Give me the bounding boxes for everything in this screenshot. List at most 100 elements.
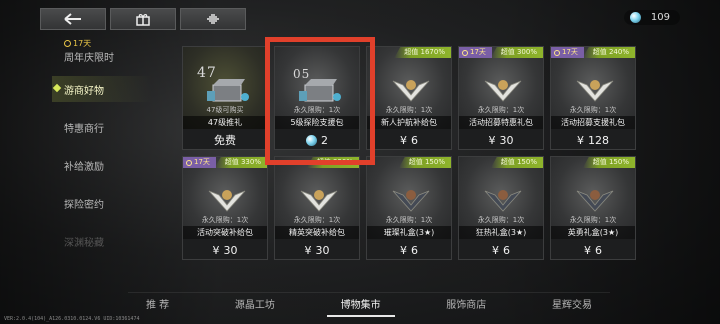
item-name: 新人护航补给包: [367, 116, 451, 129]
tab-crystal-workshop[interactable]: 源晶工坊: [217, 296, 293, 311]
currency-amount: 109: [650, 12, 670, 23]
purchase-limit: 永久限购：1次: [385, 106, 433, 114]
sidebar-item-label: 周年庆限时: [64, 53, 114, 64]
shop-grid: 47 47级可购买 47级推礼 免费 05 永久限购：1次 5级探险支援包 2 超值 167…: [182, 46, 636, 260]
gem-icon: [629, 12, 641, 23]
tab-museum-market[interactable]: 博物集市: [323, 296, 399, 317]
purchase-limit: 永久限购：1次: [477, 106, 525, 114]
sidebar-item-label: 深渊秘藏: [64, 237, 104, 249]
shop-item-card[interactable]: 17天 超值 300% 永久限购：1次活动招募特惠礼包 ¥30: [458, 46, 544, 150]
item-price: 30: [315, 243, 330, 257]
shop-item-card[interactable]: 超值 330% 永久限购：1次 精英突破补给包 ¥30: [274, 156, 360, 260]
sidebar-item-label: 补给激励: [64, 161, 104, 173]
winged-emblem-icon: [484, 80, 522, 102]
clock-icon: [64, 40, 71, 47]
price-button[interactable]: ¥6: [551, 239, 635, 259]
winged-emblem-icon: [208, 190, 246, 212]
highlight-box: [265, 37, 375, 165]
yen-icon: ¥: [492, 243, 499, 257]
waveform-icon: [207, 14, 219, 24]
price-button[interactable]: 免费: [183, 129, 267, 149]
shop-item-card[interactable]: 超值 150% 永久限购：1次 狂热礼盒(3★) ¥6: [458, 156, 544, 260]
sidebar-item-abyss[interactable]: 深渊秘藏: [52, 222, 152, 260]
winged-emblem-icon: [576, 80, 614, 102]
timer-badge: 17天: [459, 47, 492, 58]
sidebar-item-label: 特惠商行: [64, 123, 104, 135]
item-name: 璀璨礼盒(3★): [367, 226, 451, 239]
item-image: 超值 1670% 永久限购：1次新人护航补给包: [367, 47, 451, 129]
tab-apparel-shop[interactable]: 服饰商店: [428, 296, 504, 311]
item-name: 活动突破补给包: [183, 226, 267, 239]
signal-button[interactable]: [180, 8, 246, 30]
item-price: 6: [411, 133, 418, 147]
winged-emblem-icon: [484, 190, 522, 212]
bonus-badge: 超值 300%: [490, 47, 543, 58]
sidebar-item-anniversary[interactable]: 17天 周年庆限时: [52, 32, 152, 70]
item-price: 30: [499, 133, 514, 147]
shop-item-card[interactable]: 47 47级可购买 47级推礼 免费: [182, 46, 268, 150]
clock-icon: [186, 159, 192, 166]
price-button[interactable]: ¥128: [551, 129, 635, 149]
timer-badge: 17天: [183, 157, 216, 168]
item-price: 6: [595, 243, 602, 257]
yen-icon: ¥: [212, 243, 220, 257]
bonus-badge: 超值 150%: [582, 157, 635, 168]
item-name: 精英突破补给包: [275, 226, 359, 239]
shop-item-card[interactable]: 17天 超值 330% 永久限购：1次 活动突破补给包 ¥30: [182, 156, 268, 260]
purchase-limit: 永久限购：1次: [569, 106, 617, 114]
clock-icon: [462, 49, 468, 56]
item-name: 狂热礼盒(3★): [459, 226, 543, 239]
item-image: 超值 150% 永久限购：1次 英勇礼盒(3★): [551, 157, 635, 239]
gift-button[interactable]: [110, 8, 176, 30]
bonus-badge: 超值 330%: [214, 157, 267, 168]
sidebar-item-pact[interactable]: 探险密约: [52, 184, 152, 222]
sidebar-item-special-offers[interactable]: 特惠商行: [52, 108, 152, 146]
item-name: 活动招募特惠礼包: [459, 116, 543, 129]
winged-emblem-icon: [576, 190, 614, 212]
purchase-limit: 永久限购：1次: [477, 216, 525, 224]
sidebar-item-merchant[interactable]: 游商好物: [52, 70, 152, 108]
currency-display[interactable]: 109: [623, 10, 680, 25]
bonus-badge: 超值 150%: [490, 157, 543, 168]
price-button[interactable]: ¥30: [183, 239, 267, 259]
back-button[interactable]: [40, 8, 106, 30]
price-button[interactable]: ¥30: [459, 129, 543, 149]
top-toolbar: [40, 8, 246, 30]
supply-crate-icon: [207, 79, 249, 102]
bonus-badge: 超值 1670%: [394, 47, 451, 58]
yen-icon: ¥: [400, 133, 407, 147]
shop-item-card[interactable]: 超值 1670% 永久限购：1次 新人护航补给包 ¥6: [366, 46, 452, 150]
yen-icon: ¥: [400, 243, 407, 257]
item-price: 6: [503, 243, 510, 257]
shop-item-card[interactable]: 超值 150% 永久限购：1次 英勇礼盒(3★) ¥6: [550, 156, 636, 260]
sidebar-item-supply[interactable]: 补给激励: [52, 146, 152, 184]
tab-recommend[interactable]: 推 荐: [128, 296, 187, 311]
gift-icon: [136, 13, 150, 26]
winged-emblem-icon: [300, 190, 338, 212]
item-price: 30: [223, 243, 238, 257]
item-image: 超值 150% 永久限购：1次狂热礼盒(3★): [459, 157, 543, 239]
purchase-condition: 47级可购买: [206, 106, 244, 114]
timer-badge: 17天: [551, 47, 584, 58]
item-image: 17天 超值 330% 永久限购：1次活动突破补给包: [183, 157, 267, 239]
price-button[interactable]: ¥6: [367, 239, 451, 259]
item-image: 17天 超值 240% 永久限购：1次活动招募支援礼包: [551, 47, 635, 129]
price-button[interactable]: ¥6: [459, 239, 543, 259]
price-button[interactable]: ¥6: [367, 129, 451, 149]
item-price: 6: [411, 243, 418, 257]
sidebar-item-label: 游商好物: [64, 85, 104, 97]
price-button[interactable]: ¥30: [275, 239, 359, 259]
item-name: 活动招募支援礼包: [551, 116, 635, 129]
bonus-badge: 超值 240%: [582, 47, 635, 58]
shop-item-card[interactable]: 17天 超值 240% 永久限购：1次活动招募支援礼包 ¥128: [550, 46, 636, 150]
tab-starlight-trade[interactable]: 星辉交易: [534, 296, 610, 311]
shop-item-card[interactable]: 超值 150% 永久限购：1次 璀璨礼盒(3★) ¥6: [366, 156, 452, 260]
purchase-limit: 永久限购：1次: [385, 216, 433, 224]
bonus-badge: 超值 150%: [398, 157, 451, 168]
yen-icon: ¥: [577, 133, 584, 147]
timer-badge: 17天: [64, 38, 152, 49]
purchase-limit: 永久限购：1次: [201, 216, 249, 224]
winged-emblem-icon: [392, 190, 430, 212]
version-text: VER:2.0.4(104)_A126.0310.0124.V6 UID:103…: [4, 316, 140, 322]
item-price: 免费: [214, 134, 236, 147]
